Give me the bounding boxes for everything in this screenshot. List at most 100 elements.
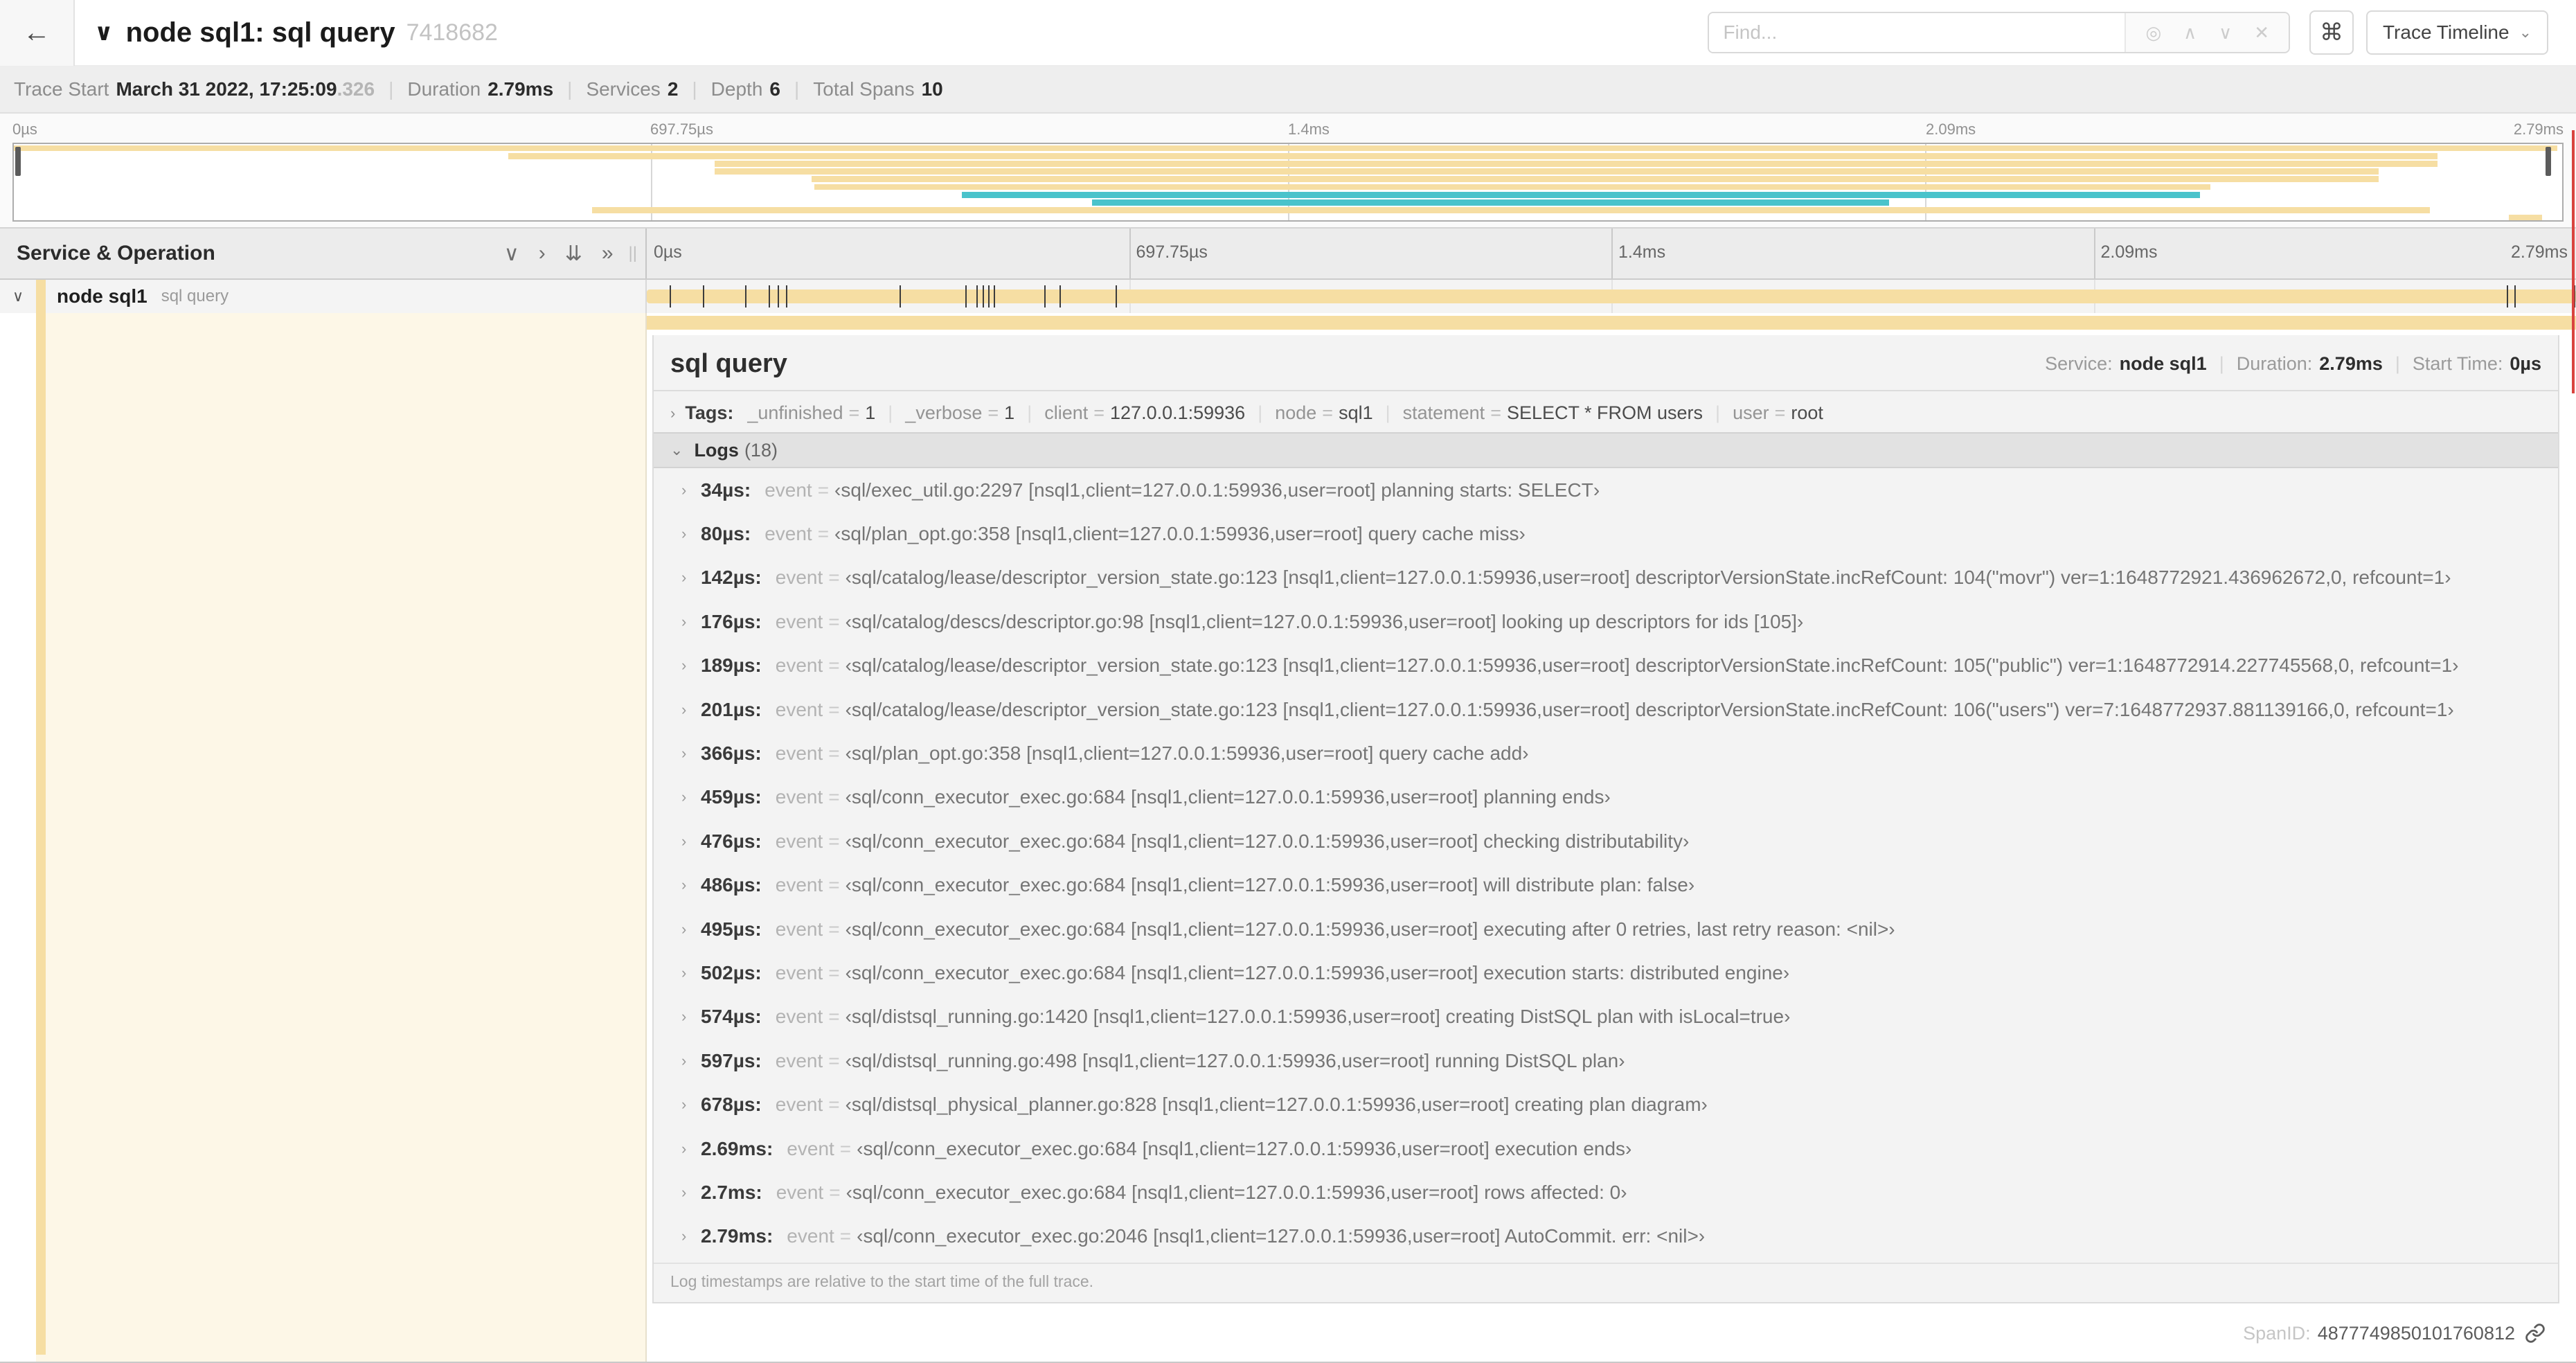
detail-meta-label: Start Time: [2412,353,2503,374]
chevron-right-icon[interactable]: › [670,404,675,422]
expand-one-icon[interactable]: › [529,242,555,265]
viewport-scrubber-left[interactable] [15,147,21,176]
locate-icon[interactable]: ◎ [2134,22,2172,44]
chevron-right-icon[interactable]: › [681,832,701,850]
log-marker-tick[interactable] [1044,285,1046,308]
chevron-right-icon[interactable]: › [681,1096,701,1114]
log-row[interactable]: › 502µs: event = ‹sql/conn_executor_exec.go:… [654,951,2558,995]
page-title: node sql1: sql query [125,17,395,48]
log-marker-tick[interactable] [2506,285,2508,308]
log-row[interactable]: › 189µs: event = ‹sql/catalog/lease/descript… [654,644,2558,688]
chevron-right-icon[interactable]: › [681,920,701,938]
log-row[interactable]: › 80µs: event = ‹sql/plan_opt.go:358 [nsql1,… [654,512,2558,555]
tag-equals: = [1490,402,1501,423]
logs-note: Log timestamps are relative to the start… [654,1263,2558,1302]
log-row[interactable]: › 201µs: event = ‹sql/catalog/lease/descript… [654,688,2558,731]
log-marker-tick[interactable] [745,285,747,308]
log-marker-tick[interactable] [2514,285,2516,308]
log-marker-tick[interactable] [899,285,901,308]
log-marker-tick[interactable] [702,285,704,308]
log-row[interactable]: › 366µs: event = ‹sql/plan_opt.go:358 [nsql1… [654,731,2558,775]
chevron-right-icon[interactable]: › [681,876,701,894]
log-field-equals: = [817,479,830,501]
log-row[interactable]: › 486µs: event = ‹sql/conn_executor_exec.go:… [654,864,2558,907]
log-row[interactable]: › 34µs: event = ‹sql/exec_util.go:2297 [nsql… [654,468,2558,512]
chevron-right-icon[interactable]: › [681,657,701,675]
chevron-down-icon[interactable]: ∨ [94,19,114,46]
log-field-key: event [764,523,812,545]
chevron-right-icon[interactable]: › [681,1052,701,1070]
separator: | [2395,353,2400,374]
chevron-right-icon[interactable]: › [681,1008,701,1026]
log-row[interactable]: › 495µs: event = ‹sql/conn_executor_exec.go:… [654,907,2558,951]
detail-meta-value: 0µs [2510,353,2541,374]
tags-row[interactable]: › Tags: _unfinished = 1 | _verbose = 1 | client =… [654,391,2558,432]
chevron-right-icon[interactable]: › [681,1227,701,1245]
span-row[interactable]: ∨ node sql1 sql query [0,280,2576,313]
chevron-right-icon[interactable]: › [681,569,701,587]
span-bar-cell[interactable] [647,280,2576,313]
log-row[interactable]: › 2.69ms: event = ‹sql/conn_executor_exec.go… [654,1127,2558,1170]
timeline-header-icons: ∨ › ⇊ » [494,242,623,266]
summary-item: Depth 6 [711,78,780,100]
chevron-right-icon[interactable]: › [681,1184,701,1202]
log-timestamp: 176µs: [701,610,762,632]
log-marker-tick[interactable] [994,285,996,308]
column-resize-grip[interactable]: || [629,244,637,263]
log-row[interactable]: › 597µs: event = ‹sql/distsql_running.go:498… [654,1039,2558,1083]
prev-match-icon[interactable]: ∧ [2172,22,2208,44]
trace-title-wrap: ∨ node sql1: sql query 7418682 [94,17,1708,48]
log-marker-tick[interactable] [778,285,780,308]
log-row[interactable]: › 142µs: event = ‹sql/catalog/lease/descript… [654,556,2558,600]
log-row[interactable]: › 2.7ms: event = ‹sql/conn_executor_exec.go:… [654,1170,2558,1214]
summary-item: Duration 2.79ms [407,78,553,100]
log-marker-tick[interactable] [1059,285,1062,308]
clear-find-icon[interactable]: ✕ [2243,22,2280,44]
chevron-down-icon[interactable]: ∨ [0,287,36,305]
log-marker-tick[interactable] [768,285,770,308]
keyboard-shortcuts-button[interactable]: ⌘ [2309,10,2354,55]
log-row[interactable]: › 176µs: event = ‹sql/catalog/descs/descript… [654,600,2558,643]
expand-all-icon[interactable]: » [592,242,623,265]
log-field-value: ‹sql/conn_executor_exec.go:684 [nsql1,cl… [845,961,1790,983]
chevron-right-icon[interactable]: › [681,525,701,543]
log-row[interactable]: › 476µs: event = ‹sql/conn_executor_exec.go:… [654,819,2558,863]
view-selector-button[interactable]: Trace Timeline ⌄ [2365,10,2548,55]
log-marker-tick[interactable] [976,285,978,308]
chevron-right-icon[interactable]: › [681,745,701,763]
find-input[interactable] [1709,13,2125,52]
next-match-icon[interactable]: ∨ [2208,22,2243,44]
logs-title: Logs [694,439,739,461]
log-field-equals: = [828,567,840,589]
tag-value: root [1791,402,1823,423]
log-row[interactable]: › 2.79ms: event = ‹sql/conn_executor_exec.go… [654,1215,2558,1258]
log-row[interactable]: › 574µs: event = ‹sql/distsql_running.go:142… [654,995,2558,1039]
span-duration-bar[interactable] [647,289,2576,303]
span-id-value: 4877749850101760812 [2317,1322,2515,1344]
chevron-right-icon[interactable]: › [681,788,701,806]
viewport-scrubber-right[interactable] [2546,147,2551,176]
span-detail-meta: Service: node sql1 | Duration: 2.79ms | Start … [2045,353,2541,375]
chevron-right-icon[interactable]: › [681,481,701,499]
log-marker-tick[interactable] [982,285,984,308]
collapse-all-icon[interactable]: ⇊ [555,242,592,266]
log-marker-tick[interactable] [965,285,967,308]
logs-section-header[interactable]: ⌄ Logs (18) [654,432,2558,468]
chevron-right-icon[interactable]: › [681,964,701,982]
minimap-canvas[interactable] [12,143,2564,222]
log-marker-tick[interactable] [988,285,990,308]
log-field-equals: = [828,1006,840,1028]
chevron-right-icon[interactable]: › [681,613,701,631]
log-row[interactable]: › 678µs: event = ‹sql/distsql_physical_plann… [654,1083,2558,1126]
log-row[interactable]: › 459µs: event = ‹sql/conn_executor_exec.go:… [654,776,2558,819]
collapse-one-icon[interactable]: ∨ [494,242,529,266]
back-button[interactable]: ← [0,0,75,66]
chevron-right-icon[interactable]: › [681,1140,701,1158]
log-marker-tick[interactable] [785,285,787,308]
log-marker-tick[interactable] [1115,285,1117,308]
tag-item: statement = SELECT * FROM users [1403,402,1703,424]
log-marker-tick[interactable] [670,285,672,308]
separator: | [1385,402,1390,423]
chevron-right-icon[interactable]: › [681,701,701,719]
link-icon[interactable] [2525,1323,2546,1344]
